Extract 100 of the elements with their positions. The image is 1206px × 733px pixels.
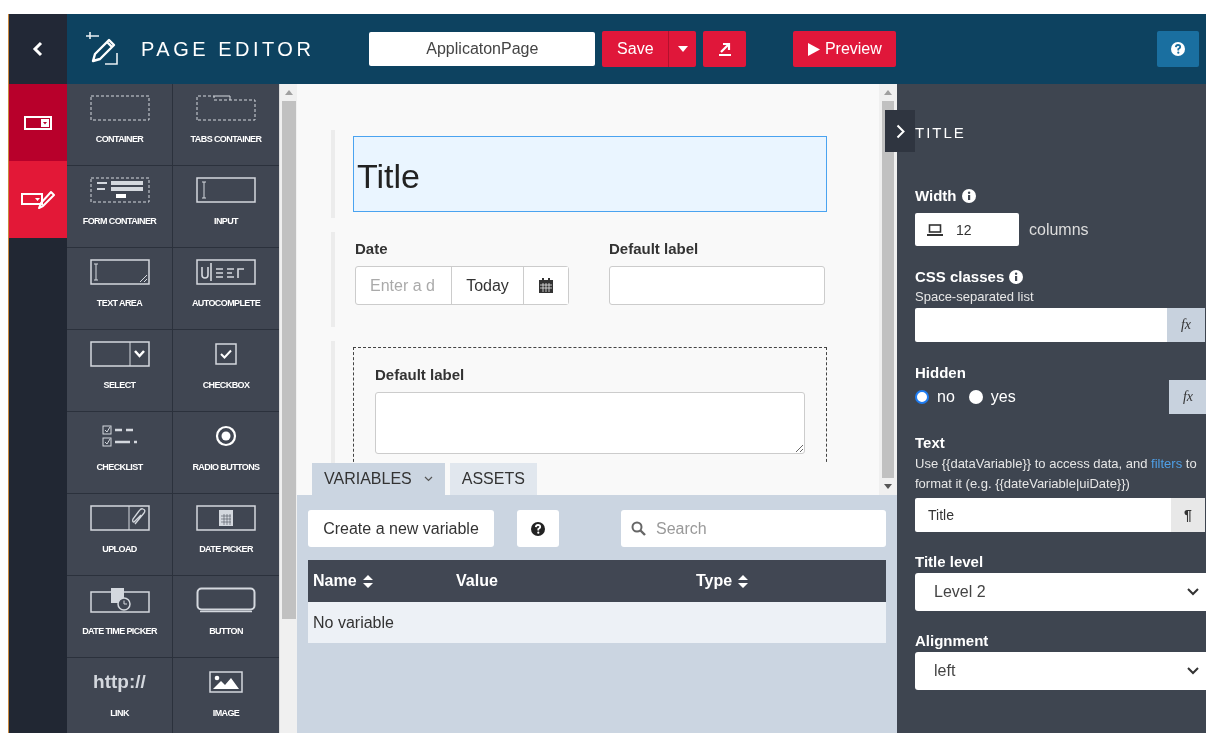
widget-tile[interactable]: CHECKBOX — [173, 330, 279, 411]
info-icon — [961, 188, 976, 203]
widget-edit-icon — [21, 188, 55, 211]
play-icon — [807, 42, 820, 56]
calendar-field-icon — [196, 505, 256, 531]
save-button[interactable]: Save — [602, 31, 669, 67]
panel-tab[interactable]: ASSETS — [449, 463, 537, 495]
date-field[interactable]: Enter a d — [356, 267, 452, 304]
chevron-down-icon — [1187, 667, 1199, 675]
save-menu-button[interactable] — [668, 31, 697, 67]
paragraph-button[interactable]: ¶ — [1171, 498, 1205, 532]
scroll-up-icon — [884, 90, 892, 95]
calendar-clock-icon — [89, 587, 150, 613]
paperclip-field-icon — [89, 505, 150, 531]
sidebar-tab[interactable] — [9, 84, 67, 161]
export-icon — [717, 42, 732, 56]
help-button[interactable] — [517, 510, 559, 547]
widget-tile[interactable]: IMAGE — [173, 658, 279, 733]
field-label: Date — [355, 240, 389, 257]
collapse-button[interactable] — [885, 110, 915, 152]
date-picker-field[interactable]: Enter a d Today — [355, 266, 569, 305]
widget-tile[interactable]: DATE TIME PICKER — [67, 576, 172, 657]
widget-tile[interactable]: FORM CONTAINER — [67, 166, 172, 247]
field-label: Title level — [915, 553, 985, 570]
empty-message: No variable — [313, 613, 394, 632]
title-level-select[interactable]: Level 2 — [915, 573, 1206, 611]
search-field[interactable]: Search — [621, 510, 886, 547]
widget-tile[interactable]: RADIO BUTTONS — [173, 412, 279, 493]
formula-button[interactable]: fx — [1169, 380, 1206, 414]
scroll-down-icon — [884, 484, 892, 489]
text-field[interactable] — [609, 266, 825, 305]
help-icon — [1171, 42, 1185, 56]
widget-tile[interactable]: http:// LINK — [67, 658, 172, 733]
calendar-icon — [539, 278, 553, 293]
chevron-down-icon — [1187, 588, 1199, 596]
container-icon — [89, 95, 150, 121]
form-container-icon — [89, 177, 150, 203]
radio-button-icon — [215, 425, 237, 447]
scrollbar[interactable] — [879, 84, 897, 495]
scrollbar[interactable] — [279, 84, 297, 733]
text-area-icon — [89, 259, 150, 285]
widget-tile[interactable]: UPLOAD — [67, 494, 172, 575]
alignment-select[interactable]: left — [915, 652, 1206, 690]
field-label: Default label — [609, 240, 700, 257]
form-container[interactable]: Default label — [353, 347, 827, 463]
tabs-container-icon — [196, 95, 256, 121]
field-label: Width — [915, 187, 957, 204]
url-text: http:// — [93, 671, 146, 693]
widget-tile[interactable]: AUTOCOMPLETE — [173, 248, 279, 329]
widget-tile[interactable]: SELECT — [67, 330, 172, 411]
widget-tile[interactable]: TEXT AREA — [67, 248, 172, 329]
field-label: CSS classes — [915, 268, 1005, 285]
select-icon — [89, 341, 150, 367]
widget-tile[interactable]: CHECKLIST — [67, 412, 172, 493]
page-name-field[interactable]: ApplicatonPage — [369, 32, 596, 66]
help-icon — [531, 521, 545, 536]
radio-option[interactable]: yes — [968, 388, 1016, 406]
input-icon — [196, 177, 256, 203]
widget-tile[interactable]: TABS CONTAINER — [173, 84, 279, 165]
field-label: Hidden — [915, 364, 966, 381]
field-label: Alignment — [915, 632, 990, 649]
formula-button[interactable]: fx — [1167, 308, 1205, 342]
layout-icon — [24, 115, 52, 130]
widget-tile[interactable]: INPUT — [173, 166, 279, 247]
search-icon — [631, 521, 646, 536]
field-label: Default label — [375, 366, 466, 383]
panel-title: TITLE — [915, 124, 967, 141]
panel-tab[interactable]: VARIABLES — [312, 463, 445, 495]
hint-text: Use {{dataVariable}} to access data, and filters to format it (e.g. {{dateVariable|uiDate}}) — [915, 455, 1197, 493]
unit-text: columns — [1029, 220, 1089, 239]
title-text: Title — [357, 157, 420, 196]
scroll-up-icon — [284, 90, 293, 95]
laptop-icon — [927, 223, 943, 236]
image-icon — [209, 671, 243, 693]
filters-link[interactable]: filters — [1151, 456, 1183, 471]
checklist-icon — [101, 424, 138, 448]
autocomplete-icon — [196, 259, 256, 285]
edit-page-icon — [85, 31, 121, 67]
hint-text: Space-separated list — [915, 289, 1035, 304]
button-shape-icon — [196, 587, 256, 613]
css-classes-field[interactable] — [915, 308, 1167, 342]
preview-button[interactable]: Preview — [793, 31, 897, 67]
sidebar-tab[interactable] — [9, 161, 67, 238]
radio-option[interactable]: no — [915, 388, 955, 406]
text-field[interactable]: Title — [915, 498, 1171, 532]
widget-tile[interactable]: CONTAINER — [67, 84, 172, 165]
checkbox-icon — [215, 343, 237, 365]
width-field[interactable]: 12 — [915, 213, 1019, 246]
create-variable-button[interactable]: Create a new variable — [308, 510, 494, 547]
export-button[interactable] — [703, 31, 747, 67]
column-header[interactable]: Name — [308, 572, 456, 590]
field-label: Text — [915, 434, 946, 451]
widget-tile[interactable]: BUTTON — [173, 576, 279, 657]
chevron-left-icon — [31, 41, 45, 57]
widget-tile[interactable]: DATE PICKER — [173, 494, 279, 575]
caret-icon — [677, 46, 688, 52]
chevron-right-icon — [895, 123, 905, 139]
column-header[interactable]: Type — [696, 572, 749, 590]
title-block[interactable]: Title — [353, 136, 827, 212]
app-title: PAGE EDITOR — [141, 37, 315, 61]
